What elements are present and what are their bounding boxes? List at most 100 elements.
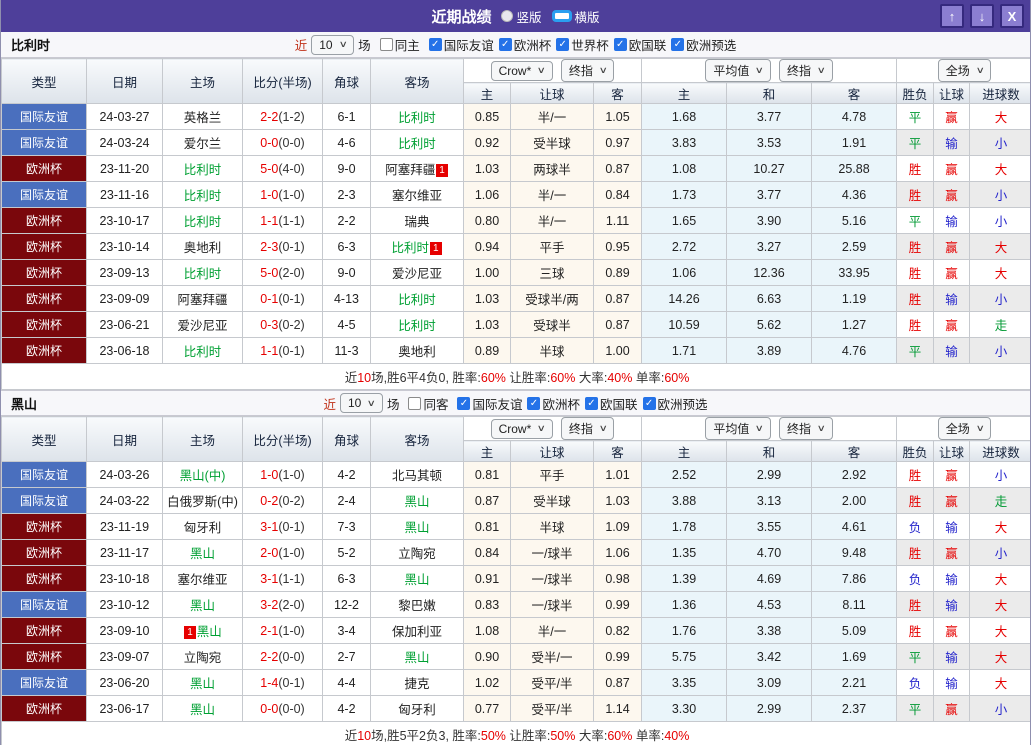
home-odds-cell: 1.06 <box>463 181 511 208</box>
score-cell: 2-1(1-0) <box>242 617 323 644</box>
league-filter-checkbox[interactable]: ✓ 欧洲杯 <box>498 35 551 54</box>
summary-percent: 50% <box>480 729 506 743</box>
match-count-select[interactable]: 10 ∨ <box>339 393 383 413</box>
avg-home-cell: 3.88 <box>641 487 728 514</box>
match-row: 国际友谊 24-03-24 爱尔兰 0-0(0-0) 4-6 比利时 0.92 受半球 0.97… <box>1 129 1030 156</box>
team-label: 比利时 <box>183 163 222 177</box>
home-odds-cell: 0.87 <box>463 487 511 514</box>
odds-stage-select[interactable]: 终指 ∨ <box>560 59 615 82</box>
away-team-cell: 黎巴嫩 <box>370 591 464 618</box>
avg-home-cell: 1.76 <box>641 617 728 644</box>
checkbox-checked-icon[interactable]: ✓ <box>613 38 627 51</box>
goals-result-cell: 小 <box>969 695 1030 722</box>
bookmaker-select[interactable]: Crow* ∨ <box>490 418 553 439</box>
fullmatch-select[interactable]: 全场 ∨ <box>937 59 992 82</box>
checkbox-unchecked-icon[interactable] <box>408 396 422 410</box>
checkbox-checked-icon[interactable]: ✓ <box>585 396 598 410</box>
away-team-cell: 捷克 <box>370 669 464 696</box>
summary-percent: 60% <box>550 371 576 385</box>
checkbox-checked-icon[interactable]: ✓ <box>671 38 685 51</box>
average-select[interactable]: 平均值 ∨ <box>705 59 772 82</box>
avg-away-cell: 9.48 <box>811 539 898 566</box>
league-filter-checkbox[interactable]: ✓ 世界杯 <box>556 35 609 54</box>
home-team-cell: 爱尔兰 <box>162 129 243 156</box>
team-label: 黎巴嫩 <box>398 599 436 613</box>
radio-unselected-icon[interactable] <box>501 10 514 22</box>
same-venue-checkbox[interactable]: 同客 <box>408 394 448 413</box>
checkbox-checked-icon[interactable]: ✓ <box>527 396 541 410</box>
match-type-badge: 欧洲杯 <box>1 617 87 644</box>
red-card-badge: 1 <box>436 164 448 177</box>
home-odds-cell: 0.90 <box>463 643 511 670</box>
away-odds-cell: 1.06 <box>592 539 643 566</box>
checkbox-checked-icon[interactable]: ✓ <box>642 396 656 410</box>
match-row: 欧洲杯 23-10-18 塞尔维亚 3-1(1-1) 6-3 黑山 0.91 一/球半 0.98… <box>1 565 1030 592</box>
layout-horizontal-option[interactable]: 横版 <box>551 7 600 26</box>
away-odds-cell: 1.00 <box>592 337 643 364</box>
home-odds-cell: 0.77 <box>463 695 511 722</box>
match-type-badge: 国际友谊 <box>1 487 87 514</box>
move-up-button[interactable]: ↑ <box>940 4 964 28</box>
checkbox-checked-icon[interactable]: ✓ <box>428 38 442 51</box>
handicap-result-cell: 赢 <box>933 617 971 644</box>
checkbox-checked-icon[interactable]: ✓ <box>556 38 570 51</box>
bookmaker-select[interactable]: Crow* ∨ <box>490 60 553 81</box>
away-odds-cell: 0.87 <box>592 311 643 338</box>
winlose-result-cell: 负 <box>896 565 935 592</box>
avg-away-cell: 4.61 <box>811 513 898 540</box>
avg-stage-select[interactable]: 终指 ∨ <box>779 417 833 440</box>
halftime-score: (1-0) <box>278 623 305 638</box>
league-filter-checkbox[interactable]: ✓ 国际友谊 <box>457 394 522 413</box>
fullmatch-select[interactable]: 全场 ∨ <box>937 417 992 440</box>
team-label: 塞尔维亚 <box>177 573 228 587</box>
red-card-badge: 1 <box>184 626 196 639</box>
odds-stage-select[interactable]: 终指 ∨ <box>560 417 615 440</box>
team-label: 比利时 <box>398 111 436 125</box>
goals-result-cell: 小 <box>969 461 1030 488</box>
league-filter-checkbox[interactable]: ✓ 欧洲预选 <box>642 394 708 413</box>
avg-home-cell: 1.65 <box>641 207 728 234</box>
league-filter-checkbox[interactable]: ✓ 欧洲预选 <box>671 35 736 54</box>
match-row: 国际友谊 23-10-12 黑山 3-2(2-0) 12-2 黎巴嫩 0.83 一/球半 0.9… <box>1 591 1030 618</box>
summary-text: 场,胜5平2负3, 胜率: <box>371 729 481 743</box>
score-cell: 1-0(1-0) <box>242 181 323 208</box>
move-down-button[interactable]: ↓ <box>970 4 994 28</box>
match-date: 23-06-17 <box>86 695 163 722</box>
team-label: 立陶宛 <box>183 651 222 665</box>
winlose-result-cell: 胜 <box>896 155 935 182</box>
same-venue-checkbox[interactable]: 同主 <box>379 35 420 54</box>
league-filter-checkbox[interactable]: ✓ 国际友谊 <box>428 35 494 54</box>
radio-selected-icon[interactable] <box>551 10 572 22</box>
score-cell: 1-0(1-0) <box>242 461 323 488</box>
chevron-down-icon: ∨ <box>338 39 348 49</box>
away-odds-cell: 0.89 <box>592 259 643 286</box>
layout-vertical-option[interactable]: 竖版 <box>501 7 542 26</box>
winlose-result-cell: 平 <box>896 207 935 234</box>
home-team-cell: 1 黑山 <box>162 617 243 644</box>
avg-draw-cell: 4.53 <box>726 591 813 618</box>
avg-draw-cell: 2.99 <box>726 695 813 722</box>
home-team-cell: 比利时 <box>162 181 243 208</box>
score-cell: 2-2(1-2) <box>242 103 323 130</box>
avg-home-cell: 1.35 <box>641 539 728 566</box>
halftime-score: (0-1) <box>278 239 305 254</box>
league-filter-checkbox[interactable]: ✓ 欧洲杯 <box>527 394 580 413</box>
checkbox-unchecked-icon[interactable] <box>379 38 393 51</box>
avg-away-cell: 4.78 <box>811 103 898 130</box>
league-filter-checkbox[interactable]: ✓ 欧国联 <box>613 35 666 54</box>
checkbox-checked-icon[interactable]: ✓ <box>498 38 512 51</box>
winlose-result-cell: 平 <box>896 129 935 156</box>
match-row: 欧洲杯 23-10-14 奥地利 2-3(0-1) 6-3 比利时 1 0.94 平手 0.95 2… <box>1 233 1030 260</box>
average-select[interactable]: 平均值 ∨ <box>705 417 772 440</box>
match-row: 欧洲杯 23-09-10 1 黑山 2-1(1-0) 3-4 保加利亚 1.08 半/一 0.82… <box>1 617 1030 644</box>
avg-away-cell: 5.16 <box>811 207 898 234</box>
match-date: 23-10-18 <box>86 565 163 592</box>
avg-home-cell: 1.73 <box>641 181 728 208</box>
summary-text: 让胜率: <box>505 729 551 743</box>
checkbox-checked-icon[interactable]: ✓ <box>457 396 471 410</box>
avg-stage-select[interactable]: 终指 ∨ <box>779 59 833 82</box>
match-count-select[interactable]: 10 ∨ <box>311 34 355 55</box>
league-filter-checkbox[interactable]: ✓ 欧国联 <box>585 394 638 413</box>
avg-away-cell: 5.09 <box>811 617 898 644</box>
close-button[interactable]: X <box>1000 4 1024 28</box>
